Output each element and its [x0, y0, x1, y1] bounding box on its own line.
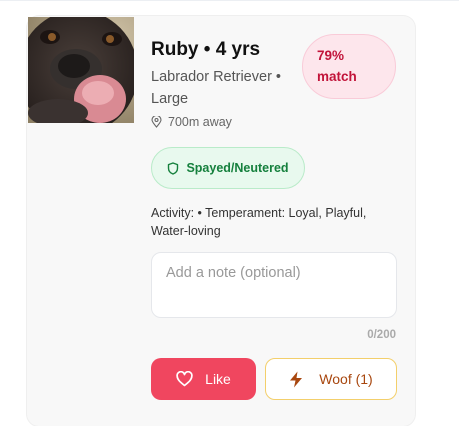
match-label: match — [317, 69, 357, 84]
woof-button-label: Woof (1) — [319, 371, 373, 387]
heart-icon — [176, 371, 193, 387]
status-badge: Spayed/Neutered — [151, 147, 305, 189]
distance-text: 700m away — [168, 115, 232, 129]
shield-icon — [168, 161, 179, 175]
like-button-label: Like — [205, 371, 231, 387]
dog-photo — [28, 17, 134, 123]
match-badge: 79% match — [302, 34, 396, 99]
note-placeholder: Add a note (optional) — [166, 265, 301, 281]
distance-row: 700m away — [151, 114, 232, 129]
dog-name-age: Ruby • 4 yrs — [151, 39, 261, 60]
note-field[interactable]: Add a note (optional) — [151, 252, 397, 318]
map-pin-icon — [151, 114, 162, 128]
lightning-icon — [290, 371, 303, 387]
woof-button[interactable]: Woof (1) — [265, 358, 397, 400]
dog-description: Activity: • Temperament: Loyal, Playful,… — [151, 206, 367, 238]
dog-breed-size: Labrador Retriever • Large — [151, 69, 281, 107]
character-count: 0/200 — [367, 329, 396, 341]
like-button[interactable]: Like — [151, 358, 256, 400]
status-badge-label: Spayed/Neutered — [186, 161, 289, 175]
top-divider — [0, 0, 459, 1]
match-percent: 79% — [317, 48, 345, 63]
